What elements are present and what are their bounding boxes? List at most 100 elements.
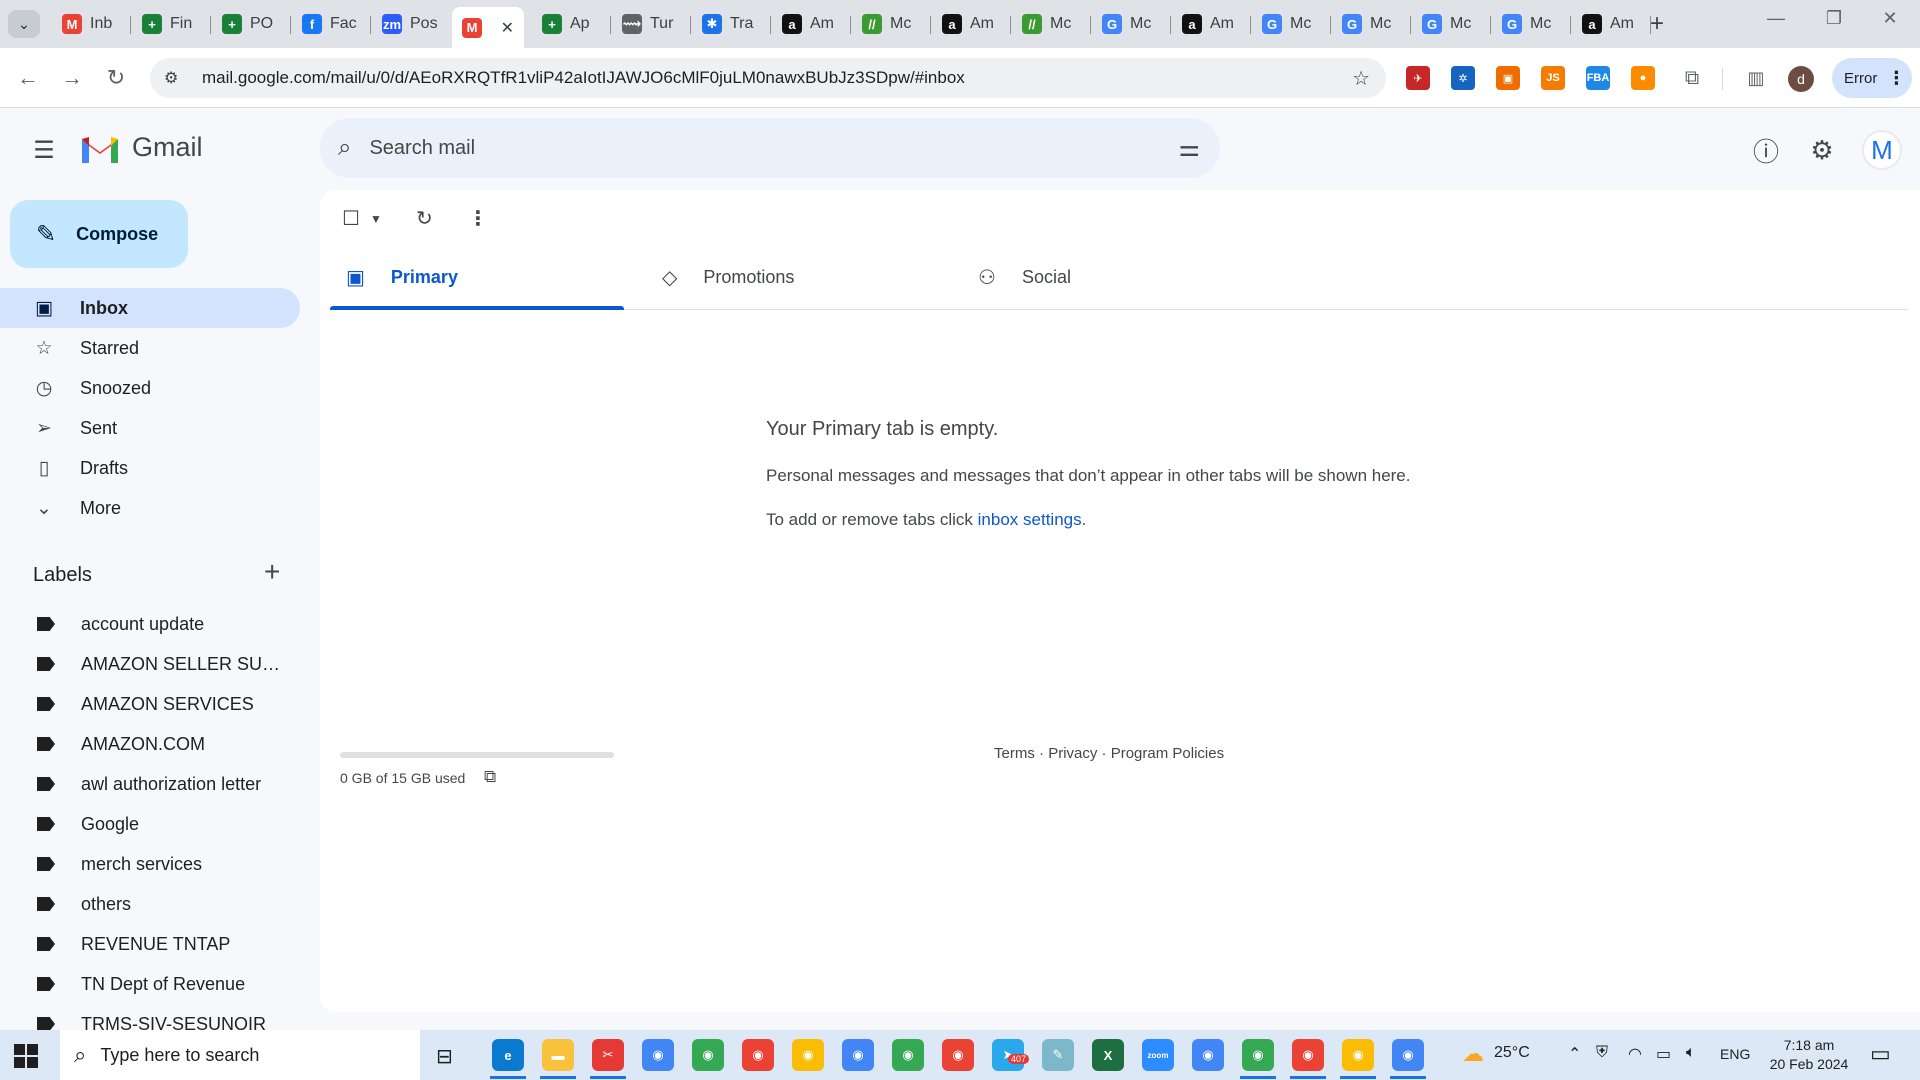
browser-tab[interactable]: f Fac xyxy=(292,7,366,41)
browser-tab[interactable]: a Am xyxy=(1572,7,1646,41)
clock[interactable]: 7:18 am 20 Feb 2024 xyxy=(1764,1036,1854,1074)
label-item[interactable]: account update xyxy=(0,604,300,644)
ext-fba-icon[interactable]: FBA xyxy=(1586,66,1610,90)
browser-tab[interactable]: + PO xyxy=(212,7,286,41)
refresh-icon[interactable]: ↻ xyxy=(416,206,433,231)
search-options-icon[interactable]: ⚌ xyxy=(1178,134,1200,163)
sidebar-item-more[interactable]: ⌄ More xyxy=(0,488,300,528)
search-bar[interactable]: ⌕ Search mail ⚌ xyxy=(320,118,1220,178)
close-window-button[interactable]: ✕ xyxy=(1870,8,1910,29)
sidebar-item-sent[interactable]: ➢ Sent xyxy=(0,408,300,448)
extensions-puzzle-icon[interactable]: ⧉ xyxy=(1676,62,1708,94)
chrome-icon[interactable]: ◉ xyxy=(792,1039,824,1071)
program-policies-link[interactable]: Program Policies xyxy=(1111,745,1224,762)
browser-tab[interactable]: zm Pos xyxy=(372,7,446,41)
weather-temperature[interactable]: 25°C xyxy=(1494,1044,1530,1062)
browser-tab[interactable]: a Am xyxy=(1172,7,1246,41)
show-hidden-icons-chevron-icon[interactable]: ⌃ xyxy=(1568,1044,1581,1064)
weather-icon[interactable]: ☁ xyxy=(1462,1041,1484,1067)
close-tab-icon[interactable]: ✕ xyxy=(501,18,514,38)
security-shield-icon[interactable]: ⛨ xyxy=(1596,1044,1608,1062)
excel-icon[interactable]: X xyxy=(1092,1039,1124,1071)
browser-tab[interactable]: G Mc xyxy=(1332,7,1406,41)
error-menu-button[interactable]: Error ⋮ xyxy=(1832,58,1912,98)
ext-orange-box-icon[interactable]: ▣ xyxy=(1496,66,1520,90)
sidebar-item-snoozed[interactable]: ◷ Snoozed xyxy=(0,368,300,408)
settings-gear-icon[interactable]: ⚙ xyxy=(1802,130,1842,170)
chrome-icon[interactable]: ◉ xyxy=(1292,1039,1324,1071)
volume-icon[interactable]: 🔈︎ xyxy=(1686,1044,1696,1062)
edge-icon[interactable]: e xyxy=(492,1039,524,1071)
minimize-button[interactable]: — xyxy=(1756,8,1796,29)
label-item[interactable]: merch services xyxy=(0,844,300,884)
new-tab-button[interactable]: + xyxy=(1650,10,1664,38)
account-avatar[interactable]: M xyxy=(1862,130,1902,170)
chrome-icon[interactable]: ◉ xyxy=(692,1039,724,1071)
chrome-icon[interactable]: ◉ xyxy=(1342,1039,1374,1071)
tab-primary[interactable]: ▣ Primary xyxy=(330,246,624,310)
reload-button[interactable]: ↻ xyxy=(100,62,132,94)
browser-profile-avatar[interactable]: d xyxy=(1788,66,1814,92)
zoom-icon[interactable]: zoom xyxy=(1142,1039,1174,1071)
browser-tab[interactable]: M Inb xyxy=(52,7,126,41)
chrome-icon[interactable]: ◉ xyxy=(1242,1039,1274,1071)
url-text[interactable]: mail.google.com/mail/u/0/d/AEoRXRQTfR1vl… xyxy=(202,68,965,88)
browser-tab[interactable]: G Mc xyxy=(1252,7,1326,41)
browser-tab[interactable]: ✱ Tra xyxy=(692,7,766,41)
side-panel-icon[interactable]: ▥ xyxy=(1740,62,1772,94)
search-input[interactable]: Search mail xyxy=(369,137,475,160)
main-menu-icon[interactable]: ☰ xyxy=(26,132,62,168)
browser-tab[interactable]: + Ap xyxy=(532,7,606,41)
notepad-icon[interactable]: ✎ xyxy=(1042,1039,1074,1071)
gmail-logo[interactable]: Gmail xyxy=(80,132,203,163)
label-item[interactable]: TRMS-SIV-SESUNOIR xyxy=(0,1004,300,1030)
label-item[interactable]: Google xyxy=(0,804,300,844)
task-view-icon[interactable]: ⊟ xyxy=(436,1044,453,1069)
wifi-icon[interactable]: ◠ xyxy=(1628,1044,1642,1064)
chrome-icon[interactable]: ◉ xyxy=(1392,1039,1424,1071)
privacy-link[interactable]: Privacy xyxy=(1048,745,1097,762)
inbox-settings-link[interactable]: inbox settings xyxy=(978,510,1082,529)
terms-link[interactable]: Terms xyxy=(994,745,1035,762)
label-item[interactable]: AMAZON SERVICES xyxy=(0,684,300,724)
address-bar[interactable]: ⚙ mail.google.com/mail/u/0/d/AEoRXRQTfR1… xyxy=(150,58,1386,98)
forward-button[interactable]: → xyxy=(56,62,88,94)
chrome-icon[interactable]: ◉ xyxy=(742,1039,774,1071)
file-explorer-icon[interactable]: ▬ xyxy=(542,1039,574,1071)
snipping-tool-icon[interactable]: ✂ xyxy=(592,1039,624,1071)
back-button[interactable]: ← xyxy=(12,62,44,94)
help-icon[interactable]: ⓘ xyxy=(1746,130,1786,170)
site-info-icon[interactable]: ⚙ xyxy=(164,68,188,88)
battery-icon[interactable]: ▭ xyxy=(1656,1044,1671,1064)
windows-start-icon[interactable] xyxy=(14,1044,38,1068)
browser-tab[interactable]: M ✕ xyxy=(452,7,524,48)
sidebar-item-drafts[interactable]: ▯ Drafts xyxy=(0,448,300,488)
create-label-plus-icon[interactable]: + xyxy=(264,556,280,588)
browser-tab[interactable]: // Mc xyxy=(1012,7,1086,41)
label-item[interactable]: awl authorization letter xyxy=(0,764,300,804)
label-item[interactable]: TN Dept of Revenue xyxy=(0,964,300,1004)
notifications-icon[interactable]: ▭ xyxy=(1870,1041,1891,1067)
browser-tab[interactable]: G Mc xyxy=(1412,7,1486,41)
chrome-icon[interactable]: ◉ xyxy=(642,1039,674,1071)
chrome-icon[interactable]: ◉ xyxy=(842,1039,874,1071)
label-item[interactable]: AMAZON SELLER SUPP... xyxy=(0,644,300,684)
bookmark-star-icon[interactable]: ☆ xyxy=(1352,66,1370,91)
tab-promotions[interactable]: ◇ Promotions xyxy=(646,246,940,310)
ext-red-icon[interactable]: ✈ xyxy=(1406,66,1430,90)
sidebar-item-inbox[interactable]: ▣ Inbox xyxy=(0,288,300,328)
browser-tab[interactable]: // Mc xyxy=(852,7,926,41)
browser-tab[interactable]: a Am xyxy=(772,7,846,41)
tab-search-button[interactable]: ⌄ xyxy=(8,10,40,38)
more-options-icon[interactable]: ⋮ xyxy=(468,206,488,231)
label-item[interactable]: REVENUE TNTAP xyxy=(0,924,300,964)
browser-tab[interactable]: G Mc xyxy=(1092,7,1166,41)
chrome-icon[interactable]: ◉ xyxy=(942,1039,974,1071)
sidebar-item-starred[interactable]: ☆ Starred xyxy=(0,328,300,368)
browser-tab[interactable]: G Mc xyxy=(1492,7,1566,41)
taskbar-search-box[interactable]: ⌕ Type here to search xyxy=(60,1030,420,1080)
browser-tab[interactable]: + Fin xyxy=(132,7,206,41)
open-storage-icon[interactable]: ⧉ xyxy=(484,767,496,787)
search-icon[interactable]: ⌕ xyxy=(338,134,351,162)
ext-orange-circle-icon[interactable]: ● xyxy=(1631,66,1655,90)
